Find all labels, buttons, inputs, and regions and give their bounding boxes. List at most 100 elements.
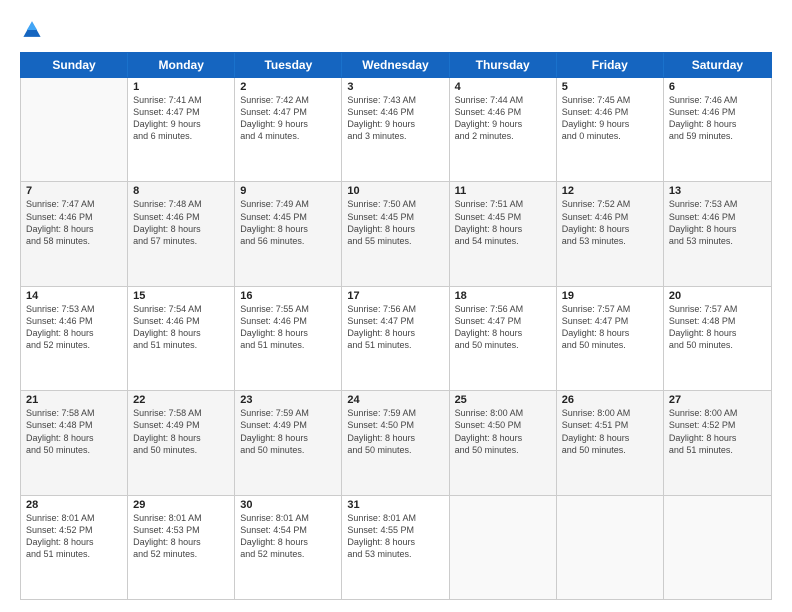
header-day-wednesday: Wednesday (342, 53, 449, 77)
calendar-row: 7Sunrise: 7:47 AM Sunset: 4:46 PM Daylig… (21, 182, 771, 286)
cell-info: Sunrise: 7:56 AM Sunset: 4:47 PM Dayligh… (347, 303, 443, 352)
cell-info: Sunrise: 7:47 AM Sunset: 4:46 PM Dayligh… (26, 198, 122, 247)
day-number: 27 (669, 394, 766, 406)
calendar-cell: 8Sunrise: 7:48 AM Sunset: 4:46 PM Daylig… (128, 182, 235, 285)
calendar-cell: 29Sunrise: 8:01 AM Sunset: 4:53 PM Dayli… (128, 496, 235, 599)
logo (20, 18, 48, 42)
calendar-header: SundayMondayTuesdayWednesdayThursdayFrid… (20, 52, 772, 78)
cell-info: Sunrise: 7:50 AM Sunset: 4:45 PM Dayligh… (347, 198, 443, 247)
calendar-cell: 10Sunrise: 7:50 AM Sunset: 4:45 PM Dayli… (342, 182, 449, 285)
cell-info: Sunrise: 7:51 AM Sunset: 4:45 PM Dayligh… (455, 198, 551, 247)
calendar-cell: 27Sunrise: 8:00 AM Sunset: 4:52 PM Dayli… (664, 391, 771, 494)
calendar-row: 28Sunrise: 8:01 AM Sunset: 4:52 PM Dayli… (21, 496, 771, 599)
header (20, 18, 772, 42)
cell-info: Sunrise: 7:55 AM Sunset: 4:46 PM Dayligh… (240, 303, 336, 352)
header-day-sunday: Sunday (21, 53, 128, 77)
day-number: 10 (347, 185, 443, 197)
page: SundayMondayTuesdayWednesdayThursdayFrid… (0, 0, 792, 612)
header-day-saturday: Saturday (664, 53, 771, 77)
cell-info: Sunrise: 7:41 AM Sunset: 4:47 PM Dayligh… (133, 94, 229, 143)
calendar-cell: 23Sunrise: 7:59 AM Sunset: 4:49 PM Dayli… (235, 391, 342, 494)
calendar-cell (450, 496, 557, 599)
calendar-row: 1Sunrise: 7:41 AM Sunset: 4:47 PM Daylig… (21, 78, 771, 182)
calendar-cell (557, 496, 664, 599)
calendar-cell: 2Sunrise: 7:42 AM Sunset: 4:47 PM Daylig… (235, 78, 342, 181)
day-number: 18 (455, 290, 551, 302)
cell-info: Sunrise: 8:01 AM Sunset: 4:55 PM Dayligh… (347, 512, 443, 561)
cell-info: Sunrise: 7:42 AM Sunset: 4:47 PM Dayligh… (240, 94, 336, 143)
day-number: 23 (240, 394, 336, 406)
day-number: 21 (26, 394, 122, 406)
cell-info: Sunrise: 7:48 AM Sunset: 4:46 PM Dayligh… (133, 198, 229, 247)
day-number: 9 (240, 185, 336, 197)
cell-info: Sunrise: 7:54 AM Sunset: 4:46 PM Dayligh… (133, 303, 229, 352)
day-number: 16 (240, 290, 336, 302)
calendar-cell: 7Sunrise: 7:47 AM Sunset: 4:46 PM Daylig… (21, 182, 128, 285)
calendar-cell: 14Sunrise: 7:53 AM Sunset: 4:46 PM Dayli… (21, 287, 128, 390)
day-number: 26 (562, 394, 658, 406)
calendar-body: 1Sunrise: 7:41 AM Sunset: 4:47 PM Daylig… (20, 78, 772, 600)
calendar: SundayMondayTuesdayWednesdayThursdayFrid… (20, 52, 772, 600)
calendar-cell: 18Sunrise: 7:56 AM Sunset: 4:47 PM Dayli… (450, 287, 557, 390)
calendar-cell: 20Sunrise: 7:57 AM Sunset: 4:48 PM Dayli… (664, 287, 771, 390)
day-number: 8 (133, 185, 229, 197)
calendar-cell: 21Sunrise: 7:58 AM Sunset: 4:48 PM Dayli… (21, 391, 128, 494)
cell-info: Sunrise: 7:49 AM Sunset: 4:45 PM Dayligh… (240, 198, 336, 247)
header-day-thursday: Thursday (450, 53, 557, 77)
day-number: 25 (455, 394, 551, 406)
day-number: 11 (455, 185, 551, 197)
cell-info: Sunrise: 7:52 AM Sunset: 4:46 PM Dayligh… (562, 198, 658, 247)
calendar-cell: 31Sunrise: 8:01 AM Sunset: 4:55 PM Dayli… (342, 496, 449, 599)
calendar-row: 14Sunrise: 7:53 AM Sunset: 4:46 PM Dayli… (21, 287, 771, 391)
cell-info: Sunrise: 8:01 AM Sunset: 4:52 PM Dayligh… (26, 512, 122, 561)
day-number: 13 (669, 185, 766, 197)
header-day-friday: Friday (557, 53, 664, 77)
calendar-cell: 4Sunrise: 7:44 AM Sunset: 4:46 PM Daylig… (450, 78, 557, 181)
calendar-cell: 25Sunrise: 8:00 AM Sunset: 4:50 PM Dayli… (450, 391, 557, 494)
calendar-cell: 24Sunrise: 7:59 AM Sunset: 4:50 PM Dayli… (342, 391, 449, 494)
logo-icon (20, 18, 44, 42)
calendar-cell: 22Sunrise: 7:58 AM Sunset: 4:49 PM Dayli… (128, 391, 235, 494)
calendar-cell (21, 78, 128, 181)
calendar-cell: 12Sunrise: 7:52 AM Sunset: 4:46 PM Dayli… (557, 182, 664, 285)
calendar-cell: 16Sunrise: 7:55 AM Sunset: 4:46 PM Dayli… (235, 287, 342, 390)
day-number: 2 (240, 81, 336, 93)
cell-info: Sunrise: 8:01 AM Sunset: 4:54 PM Dayligh… (240, 512, 336, 561)
day-number: 15 (133, 290, 229, 302)
day-number: 5 (562, 81, 658, 93)
cell-info: Sunrise: 7:59 AM Sunset: 4:49 PM Dayligh… (240, 407, 336, 456)
header-day-monday: Monday (128, 53, 235, 77)
calendar-cell: 19Sunrise: 7:57 AM Sunset: 4:47 PM Dayli… (557, 287, 664, 390)
cell-info: Sunrise: 7:46 AM Sunset: 4:46 PM Dayligh… (669, 94, 766, 143)
day-number: 3 (347, 81, 443, 93)
day-number: 31 (347, 499, 443, 511)
day-number: 22 (133, 394, 229, 406)
calendar-cell: 5Sunrise: 7:45 AM Sunset: 4:46 PM Daylig… (557, 78, 664, 181)
day-number: 20 (669, 290, 766, 302)
day-number: 4 (455, 81, 551, 93)
calendar-cell: 6Sunrise: 7:46 AM Sunset: 4:46 PM Daylig… (664, 78, 771, 181)
day-number: 7 (26, 185, 122, 197)
cell-info: Sunrise: 8:00 AM Sunset: 4:52 PM Dayligh… (669, 407, 766, 456)
cell-info: Sunrise: 7:53 AM Sunset: 4:46 PM Dayligh… (669, 198, 766, 247)
cell-info: Sunrise: 8:00 AM Sunset: 4:51 PM Dayligh… (562, 407, 658, 456)
calendar-cell: 17Sunrise: 7:56 AM Sunset: 4:47 PM Dayli… (342, 287, 449, 390)
calendar-cell (664, 496, 771, 599)
day-number: 6 (669, 81, 766, 93)
header-day-tuesday: Tuesday (235, 53, 342, 77)
calendar-cell: 26Sunrise: 8:00 AM Sunset: 4:51 PM Dayli… (557, 391, 664, 494)
cell-info: Sunrise: 7:58 AM Sunset: 4:48 PM Dayligh… (26, 407, 122, 456)
cell-info: Sunrise: 8:01 AM Sunset: 4:53 PM Dayligh… (133, 512, 229, 561)
day-number: 24 (347, 394, 443, 406)
day-number: 12 (562, 185, 658, 197)
calendar-cell: 13Sunrise: 7:53 AM Sunset: 4:46 PM Dayli… (664, 182, 771, 285)
cell-info: Sunrise: 7:53 AM Sunset: 4:46 PM Dayligh… (26, 303, 122, 352)
calendar-cell: 15Sunrise: 7:54 AM Sunset: 4:46 PM Dayli… (128, 287, 235, 390)
calendar-cell: 11Sunrise: 7:51 AM Sunset: 4:45 PM Dayli… (450, 182, 557, 285)
cell-info: Sunrise: 8:00 AM Sunset: 4:50 PM Dayligh… (455, 407, 551, 456)
calendar-cell: 30Sunrise: 8:01 AM Sunset: 4:54 PM Dayli… (235, 496, 342, 599)
calendar-cell: 1Sunrise: 7:41 AM Sunset: 4:47 PM Daylig… (128, 78, 235, 181)
day-number: 14 (26, 290, 122, 302)
calendar-row: 21Sunrise: 7:58 AM Sunset: 4:48 PM Dayli… (21, 391, 771, 495)
day-number: 1 (133, 81, 229, 93)
